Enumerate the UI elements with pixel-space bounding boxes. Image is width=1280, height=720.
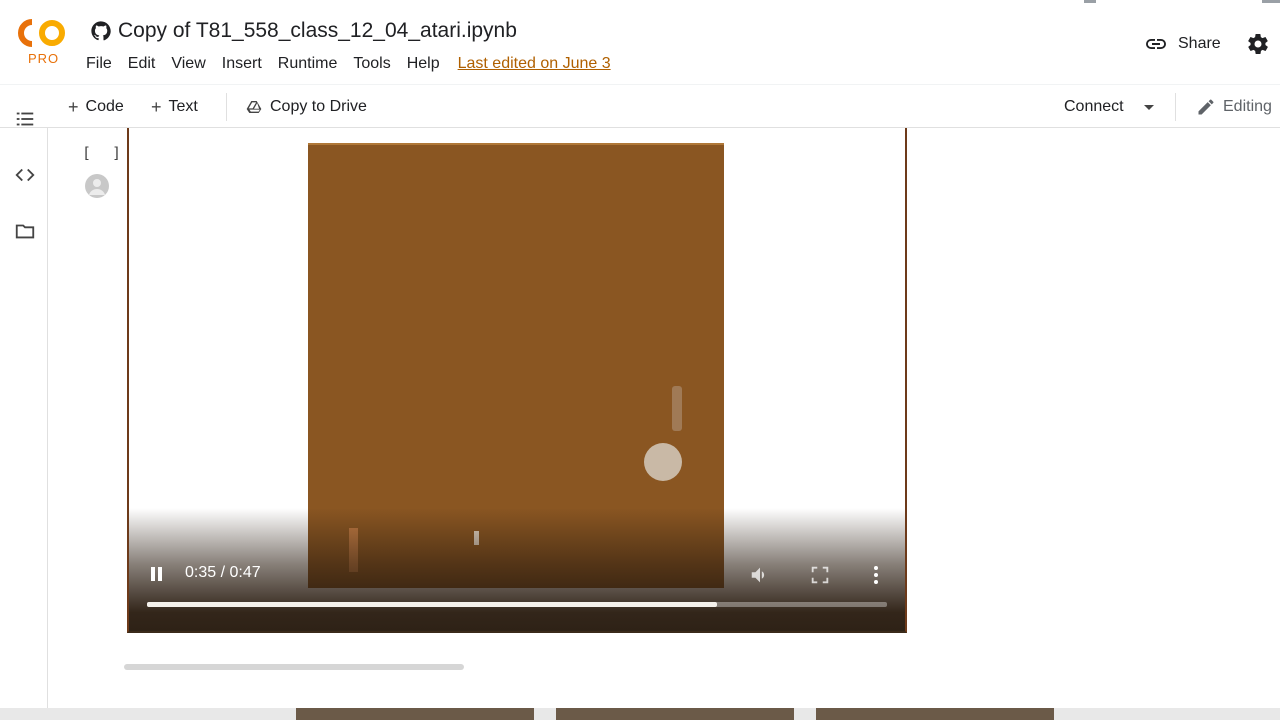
- menu-help[interactable]: Help: [407, 55, 440, 73]
- volume-icon[interactable]: [749, 564, 771, 586]
- thumbnail: [296, 708, 534, 720]
- code-icon[interactable]: [14, 164, 36, 186]
- toolbar-divider: [226, 93, 227, 121]
- menu-bar: File Edit View Insert Runtime Tools Help…: [86, 52, 611, 76]
- notebook-title[interactable]: Copy of T81_558_class_12_04_atari.ipynb: [118, 19, 517, 43]
- decorative-stroke: [1262, 0, 1280, 3]
- avatar: [85, 174, 109, 198]
- time-display: 0:35 / 0:47: [185, 564, 261, 581]
- horizontal-scrollbar[interactable]: [124, 664, 464, 670]
- share-label: Share: [1178, 35, 1221, 52]
- pro-badge: PRO: [28, 51, 60, 66]
- add-text-label: Text: [168, 98, 198, 115]
- menu-runtime[interactable]: Runtime: [278, 55, 338, 73]
- fullscreen-icon[interactable]: [809, 564, 831, 586]
- user-icon: [89, 179, 105, 195]
- colab-window: PRO Copy of T81_558_class_12_04_atari.ip…: [0, 0, 1280, 720]
- last-edited-link[interactable]: Last edited on June 3: [458, 55, 611, 73]
- gear-icon[interactable]: [1246, 32, 1270, 56]
- right-paddle: [672, 386, 682, 431]
- plus-icon: +: [68, 96, 79, 117]
- run-cell-button[interactable]: [ ]: [82, 144, 127, 162]
- add-text-button[interactable]: + Text: [151, 95, 198, 119]
- video-progress-fill: [147, 602, 717, 607]
- ball: [644, 443, 682, 481]
- chevron-down-icon: [1143, 104, 1154, 110]
- left-rail: [0, 112, 48, 720]
- video-player[interactable]: 0:35 / 0:47: [129, 128, 905, 631]
- github-icon: [91, 21, 111, 41]
- list-icon[interactable]: [14, 108, 36, 130]
- pause-button[interactable]: [149, 566, 165, 582]
- share-button[interactable]: Share: [1144, 30, 1221, 58]
- more-options-icon[interactable]: [869, 564, 883, 586]
- thumbnail: [556, 708, 794, 720]
- plus-icon: +: [151, 96, 162, 117]
- thumbnail: [816, 708, 1054, 720]
- copy-to-drive-button[interactable]: Copy to Drive: [246, 95, 367, 119]
- editing-mode-button[interactable]: Editing: [1196, 95, 1272, 119]
- editing-label: Editing: [1223, 98, 1272, 115]
- menu-view[interactable]: View: [171, 55, 205, 73]
- drive-icon: [246, 101, 262, 113]
- add-code-button[interactable]: + Code: [68, 95, 124, 119]
- notebook-toolbar: + Code + Text Copy to Drive Connect Edit…: [0, 84, 1280, 128]
- menu-file[interactable]: File: [86, 55, 112, 73]
- video-controls: 0:35 / 0:47: [129, 558, 905, 598]
- header: PRO Copy of T81_558_class_12_04_atari.ip…: [0, 0, 1280, 84]
- link-icon: [1146, 39, 1166, 49]
- folder-icon[interactable]: [14, 220, 36, 242]
- add-code-label: Code: [85, 98, 124, 115]
- copy-to-drive-label: Copy to Drive: [270, 98, 367, 115]
- title-row: Copy of T81_558_class_12_04_atari.ipynb: [90, 16, 517, 46]
- menu-edit[interactable]: Edit: [128, 55, 156, 73]
- game-top-border: [308, 143, 724, 145]
- video-progress-bar[interactable]: [147, 602, 887, 607]
- menu-insert[interactable]: Insert: [222, 55, 262, 73]
- toolbar-divider: [1175, 93, 1176, 121]
- pencil-icon: [1198, 99, 1214, 115]
- connect-label: Connect: [1064, 98, 1124, 115]
- colab-logo[interactable]: PRO: [18, 18, 68, 66]
- connect-button[interactable]: Connect: [1064, 95, 1154, 119]
- colab-logo-icon: [18, 19, 65, 47]
- decorative-stroke: [1084, 0, 1096, 3]
- menu-tools[interactable]: Tools: [353, 55, 390, 73]
